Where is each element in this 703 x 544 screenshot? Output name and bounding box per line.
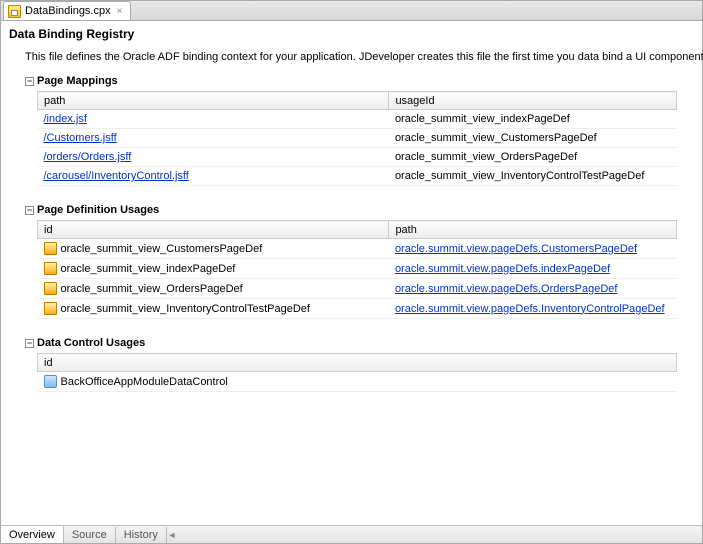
pagedef-icon: [44, 302, 57, 315]
collapse-icon[interactable]: −: [25, 339, 34, 348]
table-row[interactable]: /orders/Orders.jsff oracle_summit_view_Or…: [38, 148, 677, 167]
path-link[interactable]: oracle.summit.view.pageDefs.OrdersPageDe…: [395, 283, 618, 295]
usage-id-cell: oracle_summit_view_OrdersPageDef: [389, 148, 677, 167]
tab-source[interactable]: Source: [64, 527, 116, 543]
collapse-icon[interactable]: −: [25, 206, 34, 215]
page-mappings-section: − Page Mappings path usageId /index.jsf o…: [1, 75, 702, 204]
path-link[interactable]: /index.jsf: [44, 113, 87, 125]
id-cell: oracle_summit_view_indexPageDef: [61, 263, 236, 275]
pagedef-icon: [44, 262, 57, 275]
column-header[interactable]: path: [389, 221, 677, 239]
data-control-usages-table: id BackOfficeAppModuleDataControl: [37, 353, 677, 392]
id-cell: oracle_summit_view_CustomersPageDef: [61, 243, 263, 255]
usage-id-cell: oracle_summit_view_InventoryControlTestP…: [389, 167, 677, 186]
pagedef-icon: [44, 242, 57, 255]
table-row[interactable]: oracle_summit_view_CustomersPageDef oracl…: [38, 239, 677, 259]
collapse-icon[interactable]: −: [25, 77, 34, 86]
cpx-file-icon: [8, 5, 21, 18]
path-link[interactable]: /orders/Orders.jsff: [44, 151, 132, 163]
file-tab-label: DataBindings.cpx: [25, 5, 111, 17]
page-title: Data Binding Registry: [1, 21, 702, 45]
table-row[interactable]: oracle_summit_view_InventoryControlTestP…: [38, 299, 677, 319]
usage-id-cell: oracle_summit_view_indexPageDef: [389, 110, 677, 129]
section-heading: Page Mappings: [37, 75, 118, 87]
table-row[interactable]: BackOfficeAppModuleDataControl: [38, 372, 677, 392]
section-heading: Data Control Usages: [37, 337, 145, 349]
file-tab[interactable]: DataBindings.cpx ×: [3, 1, 131, 20]
tab-history[interactable]: History: [116, 527, 167, 543]
page-mappings-table: path usageId /index.jsf oracle_summit_vie…: [37, 91, 677, 186]
page-def-usages-section: − Page Definition Usages id path oracle_…: [1, 204, 702, 337]
path-link[interactable]: /Customers.jsff: [44, 132, 117, 144]
column-header[interactable]: id: [38, 354, 677, 372]
data-control-usages-section: − Data Control Usages id BackOfficeAppMo…: [1, 337, 702, 410]
id-cell: BackOfficeAppModuleDataControl: [61, 376, 228, 388]
data-control-icon: [44, 375, 57, 388]
usage-id-cell: oracle_summit_view_CustomersPageDef: [389, 129, 677, 148]
editor-bottom-tabs: Overview Source History ◄: [1, 525, 702, 543]
tab-overview[interactable]: Overview: [1, 526, 64, 543]
id-cell: oracle_summit_view_InventoryControlTestP…: [61, 303, 310, 315]
column-header[interactable]: path: [38, 92, 389, 110]
table-row[interactable]: /Customers.jsff oracle_summit_view_Custom…: [38, 129, 677, 148]
file-tab-bar: DataBindings.cpx ×: [1, 1, 702, 21]
table-row[interactable]: /carousel/InventoryControl.jsff oracle_su…: [38, 167, 677, 186]
path-link[interactable]: /carousel/InventoryControl.jsff: [44, 170, 189, 182]
pagedef-icon: [44, 282, 57, 295]
table-row[interactable]: oracle_summit_view_indexPageDef oracle.su…: [38, 259, 677, 279]
table-row[interactable]: oracle_summit_view_OrdersPageDef oracle.s…: [38, 279, 677, 299]
column-header[interactable]: usageId: [389, 92, 677, 110]
section-heading: Page Definition Usages: [37, 204, 159, 216]
page-description: This file defines the Oracle ADF binding…: [1, 45, 702, 75]
path-link[interactable]: oracle.summit.view.pageDefs.indexPageDef: [395, 263, 610, 275]
column-header[interactable]: id: [38, 221, 389, 239]
table-row[interactable]: /index.jsf oracle_summit_view_indexPageDe…: [38, 110, 677, 129]
path-link[interactable]: oracle.summit.view.pageDefs.CustomersPag…: [395, 243, 637, 255]
path-link[interactable]: oracle.summit.view.pageDefs.InventoryCon…: [395, 303, 665, 315]
close-icon[interactable]: ×: [115, 6, 125, 17]
page-def-usages-table: id path oracle_summit_view_CustomersPage…: [37, 220, 677, 319]
scroll-left-icon[interactable]: ◄: [167, 530, 177, 540]
id-cell: oracle_summit_view_OrdersPageDef: [61, 283, 243, 295]
